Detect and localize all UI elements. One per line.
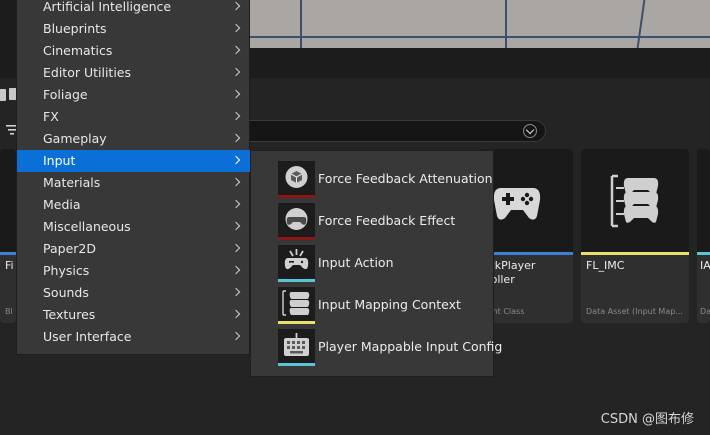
gamepad-action-glyph xyxy=(284,249,309,270)
menu-item-label: Gameplay xyxy=(43,131,107,146)
asset-thumbnail xyxy=(581,149,689,252)
submenu-item-label: Input Action xyxy=(318,255,394,270)
chevron-right-icon xyxy=(231,221,241,231)
menu-item-label: FX xyxy=(43,109,59,124)
menu-item-gameplay[interactable]: Gameplay xyxy=(17,128,250,150)
menu-item-blueprints[interactable]: Blueprints xyxy=(17,18,250,40)
chevron-right-icon xyxy=(231,67,241,77)
chevron-right-icon xyxy=(231,1,241,11)
asset-tile[interactable]: FL_IMC Data Asset (Input Map... xyxy=(581,149,689,323)
asset-color-stripe xyxy=(278,237,315,240)
menu-item-label: Paper2D xyxy=(43,241,96,256)
input-action-icon xyxy=(278,245,315,282)
menu-item-label: Editor Utilities xyxy=(43,65,132,80)
menu-item-label: Foliage xyxy=(43,87,88,102)
menu-item-label: Materials xyxy=(43,175,101,190)
search-input[interactable] xyxy=(230,120,546,142)
watermark: CSDN @图布修 xyxy=(600,412,694,427)
menu-item-label: Blueprints xyxy=(43,21,107,36)
menu-item-label: Input xyxy=(43,153,76,168)
grid-line xyxy=(300,0,302,48)
submenu-item-label: Force Feedback Attenuation xyxy=(318,171,493,186)
menu-item-label: Sounds xyxy=(43,285,89,300)
mapping-glyph xyxy=(282,290,310,316)
submenu-item-label: Force Feedback Effect xyxy=(318,213,456,228)
chevron-right-icon xyxy=(231,45,241,55)
menu-item-editor-utilities[interactable]: Editor Utilities xyxy=(17,62,250,84)
input-mapping-context-icon xyxy=(278,287,315,324)
menu-item-physics[interactable]: Physics xyxy=(17,260,250,282)
menu-item-fx[interactable]: FX xyxy=(17,106,250,128)
cube-glyph xyxy=(285,166,308,188)
menu-item-artificial-intelligence[interactable]: Artificial Intelligence xyxy=(17,0,250,18)
asset-name: IA xyxy=(700,259,710,272)
chevron-right-icon xyxy=(231,265,241,275)
asset-name: FL_IMC xyxy=(586,259,625,272)
submenu-item-input-action[interactable]: Input Action xyxy=(251,242,493,284)
asset-name: Fi xyxy=(5,259,14,272)
menu-item-media[interactable]: Media xyxy=(17,194,250,216)
asset-thumbnail xyxy=(697,149,710,252)
chevron-right-icon xyxy=(231,199,241,209)
menu-item-textures[interactable]: Textures xyxy=(17,304,250,326)
menu-item-input[interactable]: Input xyxy=(17,150,250,172)
asset-type: Bl xyxy=(5,307,13,316)
menu-item-user-interface[interactable]: User Interface xyxy=(17,326,250,348)
submenu-item-label: Player Mappable Input Config xyxy=(318,339,503,354)
keyboard-glyph xyxy=(284,333,309,356)
submenu-item-label: Input Mapping Context xyxy=(318,297,461,312)
asset-type: Data Asset (Input Map... xyxy=(586,307,683,316)
menu-item-label: Miscellaneous xyxy=(43,219,131,234)
asset-color-stripe xyxy=(278,195,315,198)
menu-item-miscellaneous[interactable]: Miscellaneous xyxy=(17,216,250,238)
menu-item-label: Textures xyxy=(43,307,96,322)
menu-item-paper2d[interactable]: Paper2D xyxy=(17,238,250,260)
menu-item-cinematics[interactable]: Cinematics xyxy=(17,40,250,62)
asset-tile[interactable]: Fi Bl xyxy=(0,149,16,323)
input-submenu: Force Feedback Attenuation Force Feedbac… xyxy=(250,150,502,377)
chevron-right-icon xyxy=(231,89,241,99)
menu-item-label: Media xyxy=(43,197,81,212)
player-mappable-input-config-icon xyxy=(278,329,315,366)
force-feedback-attenuation-icon xyxy=(278,161,315,198)
chevron-right-icon xyxy=(231,23,241,33)
chevron-right-icon xyxy=(231,133,241,143)
menu-item-label: Physics xyxy=(43,263,90,278)
asset-type-bar xyxy=(0,252,16,255)
input-mapping-context-icon xyxy=(610,174,659,228)
chevron-down-icon[interactable] xyxy=(523,124,537,138)
gamepad-icon xyxy=(493,188,541,220)
asset-type-bar xyxy=(697,252,710,255)
grid-line xyxy=(505,0,507,48)
chevron-right-icon xyxy=(231,111,241,121)
asset-tile[interactable]: IA Da xyxy=(697,149,710,323)
asset-color-stripe xyxy=(278,363,315,366)
asset-color-stripe xyxy=(278,321,315,324)
chevron-right-icon xyxy=(231,177,241,187)
submenu-item-input-mapping-context[interactable]: Input Mapping Context xyxy=(251,284,493,326)
menu-item-foliage[interactable]: Foliage xyxy=(17,84,250,106)
menu-item-materials[interactable]: Materials xyxy=(17,172,250,194)
chevron-right-icon xyxy=(231,243,241,253)
submenu-item-player-mappable-input-config[interactable]: Player Mappable Input Config xyxy=(251,326,502,368)
chevron-right-icon xyxy=(231,155,241,165)
grid-line xyxy=(230,36,710,38)
save-icon[interactable] xyxy=(0,89,6,101)
submenu-item-force-feedback-attenuation[interactable]: Force Feedback Attenuation xyxy=(251,158,493,200)
asset-type-bar xyxy=(581,252,689,255)
menu-item-label: User Interface xyxy=(43,329,132,344)
chevron-right-icon xyxy=(231,309,241,319)
asset-thumbnail xyxy=(0,149,16,252)
asset-color-stripe xyxy=(278,279,315,282)
menu-item-label: Artificial Intelligence xyxy=(43,0,172,14)
gamepad-glyph xyxy=(285,208,308,230)
submenu-item-force-feedback-effect[interactable]: Force Feedback Effect xyxy=(251,200,493,242)
menu-item-label: Cinematics xyxy=(43,43,113,58)
chevron-right-icon xyxy=(231,331,241,341)
force-feedback-effect-icon xyxy=(278,203,315,240)
menu-item-sounds[interactable]: Sounds xyxy=(17,282,250,304)
asset-category-menu: Artificial Intelligence Blueprints Cinem… xyxy=(16,0,250,355)
asset-type: Da xyxy=(700,307,710,316)
chevron-right-icon xyxy=(231,287,241,297)
